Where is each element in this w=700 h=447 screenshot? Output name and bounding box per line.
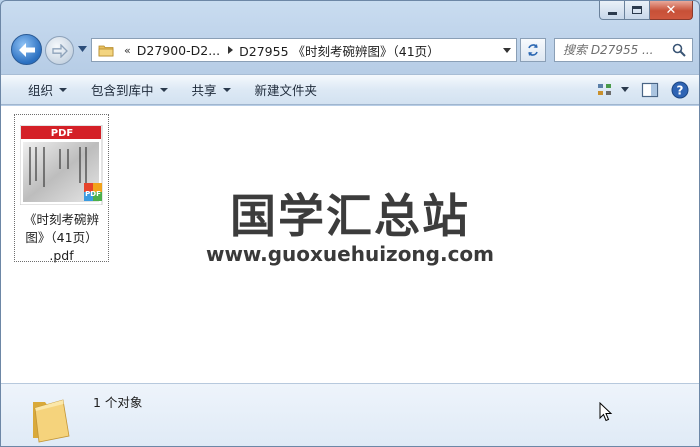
minimize-icon <box>607 11 617 15</box>
explorer-window: ✕ « D27900-D2... D27955 《时刻考碗辨图》（41页） 搜索… <box>0 0 700 447</box>
search-box[interactable] <box>554 38 693 62</box>
watermark-title: 国学汇总站 <box>230 189 470 243</box>
svg-text:?: ? <box>677 83 684 97</box>
breadcrumb-item-current[interactable]: D27955 《时刻考碗辨图》（41页） <box>239 41 440 60</box>
pdf-thumb-badge: PDF <box>51 128 73 139</box>
chevron-down-icon <box>159 87 168 92</box>
minimize-button[interactable] <box>599 1 625 20</box>
new-folder-button[interactable]: 新建文件夹 <box>243 75 330 104</box>
chevron-down-icon <box>621 87 629 92</box>
organize-label: 组织 <box>28 83 54 98</box>
caption-buttons: ✕ <box>599 1 693 20</box>
share-label: 共享 <box>191 83 217 98</box>
new-folder-label: 新建文件夹 <box>254 83 318 98</box>
breadcrumb-overflow[interactable]: « <box>124 44 131 57</box>
back-button[interactable] <box>11 34 42 65</box>
search-icon[interactable] <box>672 43 686 57</box>
help-icon[interactable]: ? <box>671 81 689 99</box>
refresh-icon <box>528 44 538 56</box>
command-bar: 组织 包含到库中 共享 新建文件夹 ? <box>1 74 699 105</box>
search-input[interactable] <box>563 43 675 57</box>
maximize-icon <box>632 6 642 14</box>
refresh-button[interactable] <box>520 38 546 62</box>
share-menu[interactable]: 共享 <box>180 75 243 104</box>
chevron-down-icon <box>77 46 87 52</box>
close-icon: ✕ <box>665 2 677 18</box>
arrow-right-icon <box>51 43 68 58</box>
item-count-text: 1 个对象 <box>93 395 143 410</box>
view-controls: ? <box>597 75 689 104</box>
folder-icon <box>98 45 114 56</box>
close-button[interactable]: ✕ <box>650 1 693 20</box>
change-view-button[interactable] <box>597 83 629 97</box>
address-dropdown-icon[interactable] <box>503 48 511 53</box>
details-pane: 1 个对象 <box>1 383 699 446</box>
navigation-bar: « D27900-D2... D27955 《时刻考碗辨图》（41页） <box>9 33 693 67</box>
breadcrumb-arrow-icon[interactable] <box>228 46 234 54</box>
chevron-down-icon <box>59 87 68 92</box>
forward-button[interactable] <box>45 36 74 65</box>
include-library-label: 包含到库中 <box>91 83 154 98</box>
arrow-left-icon <box>18 42 35 57</box>
preview-pane-icon[interactable] <box>641 82 659 98</box>
recent-pages-button[interactable] <box>77 44 87 54</box>
watermark-url: www.guoxuehuizong.com <box>205 242 495 266</box>
address-bar[interactable]: « D27900-D2... D27955 《时刻考碗辨图》（41页） <box>91 38 517 62</box>
large-folder-icon <box>33 399 70 443</box>
chevron-down-icon <box>222 87 231 92</box>
maximize-button[interactable] <box>625 1 650 20</box>
mouse-cursor-icon <box>599 402 613 422</box>
view-grid-icon <box>598 83 611 95</box>
breadcrumb-item-parent[interactable]: D27900-D2... <box>137 43 220 58</box>
organize-menu[interactable]: 组织 <box>1 75 79 104</box>
include-in-library-menu[interactable]: 包含到库中 <box>79 75 180 104</box>
file-list-pane[interactable]: PDF PDF 《时刻考碗辨 图》（41页） .pdf 国学汇总站 www.gu… <box>1 106 699 383</box>
